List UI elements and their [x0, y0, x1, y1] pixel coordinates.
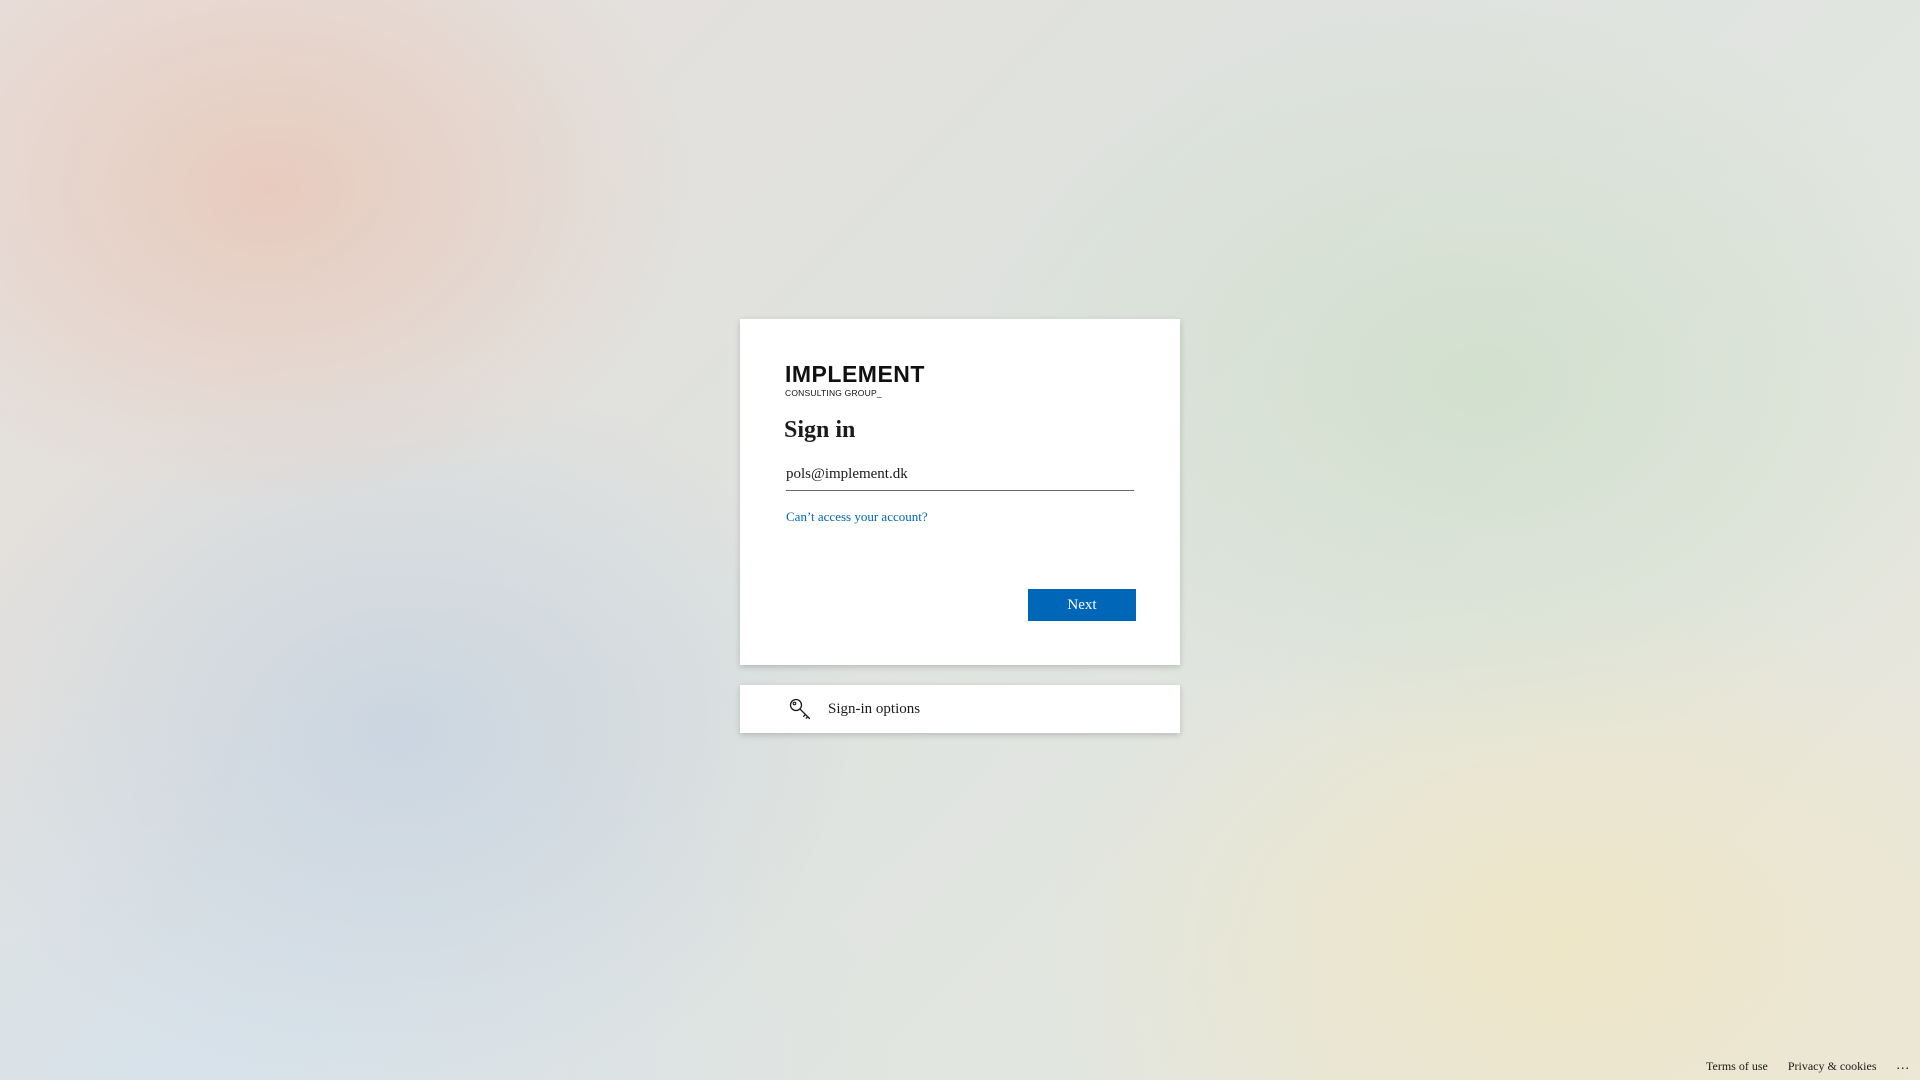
sign-in-options-button[interactable]: Sign-in options	[740, 685, 1180, 733]
logo-tagline: CONSULTING GROUP_	[785, 388, 882, 398]
cant-access-account-link[interactable]: Can’t access your account?	[786, 509, 928, 525]
footer: Terms of use Privacy & cookies ...	[1706, 1052, 1920, 1080]
privacy-cookies-link[interactable]: Privacy & cookies	[1788, 1059, 1877, 1074]
more-options-icon[interactable]: ...	[1897, 1059, 1911, 1073]
page-title: Sign in	[784, 417, 856, 443]
email-field[interactable]	[786, 459, 1134, 491]
next-button[interactable]: Next	[1028, 589, 1136, 621]
company-logo: IMPLEMENT CONSULTING GROUP_	[785, 361, 925, 399]
sign-in-card: IMPLEMENT CONSULTING GROUP_ Sign in Can’…	[740, 319, 1180, 665]
sign-in-options-label: Sign-in options	[828, 701, 921, 717]
logo-name: IMPLEMENT	[785, 361, 925, 387]
key-icon	[788, 697, 812, 721]
terms-of-use-link[interactable]: Terms of use	[1706, 1059, 1768, 1074]
